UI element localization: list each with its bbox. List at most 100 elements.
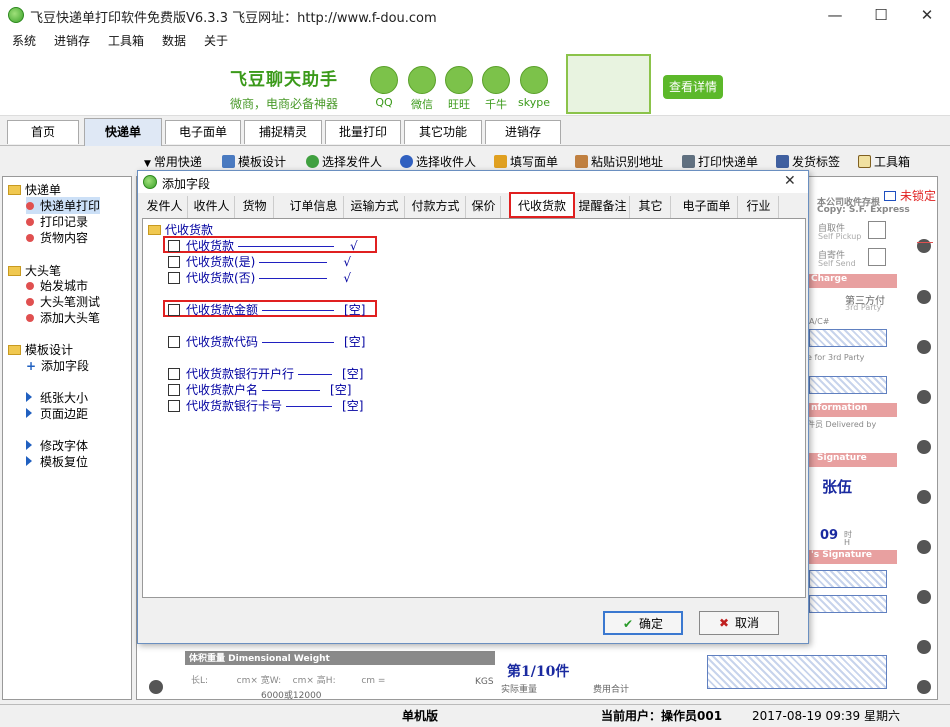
wechat-icon xyxy=(408,66,436,94)
field-checkbox[interactable] xyxy=(168,336,180,348)
cancel-button[interactable]: ✖ 取消 xyxy=(699,611,779,635)
menu-system[interactable]: 系统 xyxy=(12,32,36,49)
menu-toolbox[interactable]: 工具箱 xyxy=(108,32,144,49)
dlg-tab-other[interactable]: 其它 xyxy=(631,196,671,218)
tree-group-express[interactable]: 快递单 xyxy=(8,181,61,198)
dlg-tab-e-waybill[interactable]: 电子面单 xyxy=(676,196,738,218)
folder-icon xyxy=(8,185,21,195)
field-cod[interactable]: 代收货款 √ xyxy=(168,237,358,254)
dlg-tab-recipient[interactable]: 收件人 xyxy=(189,196,235,218)
menu-about[interactable]: 关于 xyxy=(204,32,228,49)
tree-item-paper-size[interactable]: 纸张大小 xyxy=(26,389,88,406)
tab-other-functions[interactable]: 其它功能 xyxy=(404,120,482,144)
arrow-icon xyxy=(26,440,32,450)
third-party-en: 3rd Party xyxy=(845,303,882,312)
status-mode: 单机版 xyxy=(402,709,439,723)
tree-item-reset-template[interactable]: 模板复位 xyxy=(26,453,88,470)
field-cod-no[interactable]: 代收货款(否) √ xyxy=(168,269,351,286)
binder-hole xyxy=(917,340,931,354)
tab-e-waybill[interactable]: 电子面单 xyxy=(165,120,241,144)
ok-button[interactable]: ✔ 确定 xyxy=(603,611,683,635)
dlg-tab-transport[interactable]: 运输方式 xyxy=(345,196,405,218)
tree-item-origin-city[interactable]: 始发城市 xyxy=(26,277,88,294)
toolbar-template-design[interactable]: 模板设计 xyxy=(222,153,286,170)
hatched-field xyxy=(809,329,887,347)
tab-express-bill[interactable]: 快递单 xyxy=(84,118,162,146)
field-cod-yes[interactable]: 代收货款(是) √ xyxy=(168,253,351,270)
toolbar-select-recipient[interactable]: 选择收件人 xyxy=(400,153,476,170)
field-checkbox[interactable] xyxy=(168,272,180,284)
binder-hole xyxy=(917,390,931,404)
toolbar-toolbox[interactable]: 工具箱 xyxy=(858,153,910,170)
tree-item-add-marker[interactable]: 添加大头笔 xyxy=(26,309,100,326)
field-checkbox[interactable] xyxy=(168,304,180,316)
tree-item-print-records[interactable]: 打印记录 xyxy=(26,213,88,230)
recipient-icon xyxy=(400,155,413,168)
tree-item-add-field[interactable]: + 添加字段 xyxy=(26,357,89,374)
field-cod-amount[interactable]: 代收货款金额 [空] xyxy=(168,301,365,318)
dlg-tab-payment[interactable]: 付款方式 xyxy=(406,196,466,218)
tree-item-print-express[interactable]: 快递单打印 xyxy=(26,197,101,214)
binder-hole xyxy=(917,590,931,604)
binder-hole xyxy=(917,680,931,694)
field-leader-line xyxy=(262,390,321,391)
toolbar-select-sender[interactable]: 选择发件人 xyxy=(306,153,382,170)
window-title: 飞豆快递单打印软件免费版V6.3.3 飞豆网址：http://www.f-dou… xyxy=(30,11,437,26)
toolbar-common-express[interactable]: ▼ 常用快递 xyxy=(144,153,202,170)
menu-bar: 系统 进销存 工具箱 数据 关于 xyxy=(0,30,950,50)
field-cod-card-number[interactable]: 代收货款银行卡号 [空] xyxy=(168,397,363,414)
tree-item-page-margin[interactable]: 页面边距 xyxy=(26,405,88,422)
tab-home[interactable]: 首页 xyxy=(7,120,79,144)
minimize-button[interactable]: — xyxy=(812,0,858,30)
tab-batch-print[interactable]: 批量打印 xyxy=(325,120,401,144)
delivered-by-label: 件员 Delivered by xyxy=(807,420,877,429)
toolbar-paste-address[interactable]: 粘贴识别地址 xyxy=(575,153,663,170)
field-checkbox[interactable] xyxy=(168,256,180,268)
dlg-tab-order-info[interactable]: 订单信息 xyxy=(284,196,344,218)
dialog-close-button[interactable]: ✕ xyxy=(784,173,796,189)
menu-inventory[interactable]: 进销存 xyxy=(54,32,90,49)
app-icon xyxy=(8,7,24,23)
field-checkbox[interactable] xyxy=(168,400,180,412)
tab-capture-wizard[interactable]: 捕捉精灵 xyxy=(244,120,322,144)
item-dot-icon xyxy=(26,218,34,226)
dlg-tab-cod[interactable]: 代收货款 xyxy=(509,192,575,218)
dlg-tab-industry[interactable]: 行业 xyxy=(739,196,779,218)
dlg-tab-goods[interactable]: 货物 xyxy=(236,196,274,218)
tree-item-marker-test[interactable]: 大头笔测试 xyxy=(26,293,100,310)
field-cod-bank[interactable]: 代收货款银行开户行 [空] xyxy=(168,365,363,382)
time-field[interactable]: 09 xyxy=(820,528,838,543)
skype-label: skype xyxy=(518,96,550,109)
dlg-tab-insurance[interactable]: 保价 xyxy=(467,196,501,218)
tree-item-goods[interactable]: 货物内容 xyxy=(26,229,88,246)
lock-status[interactable]: 未锁定 xyxy=(884,187,936,204)
label-icon xyxy=(776,155,789,168)
dlg-tab-sender[interactable]: 发件人 xyxy=(142,196,188,218)
field-checkbox[interactable] xyxy=(168,240,180,252)
plus-icon: + xyxy=(26,359,37,373)
field-checkbox[interactable] xyxy=(168,368,180,380)
toolbar-fill-bill[interactable]: 填写面单 xyxy=(494,153,558,170)
recipient-name-field[interactable]: 张伍 xyxy=(822,476,852,497)
charge-header: Charge xyxy=(807,274,897,288)
maximize-button[interactable]: ☐ xyxy=(858,0,904,30)
tree-group-template[interactable]: 模板设计 xyxy=(8,341,73,358)
status-user: 当前用户：操作员001 xyxy=(601,709,723,723)
field-checkbox[interactable] xyxy=(168,384,180,396)
skype-icon xyxy=(520,66,548,94)
menu-data[interactable]: 数据 xyxy=(162,32,186,49)
x-icon: ✖ xyxy=(718,616,730,630)
tab-inventory[interactable]: 进销存 xyxy=(485,120,561,144)
dlg-tab-reminder[interactable]: 提醒备注 xyxy=(576,196,630,218)
close-button[interactable]: ✕ xyxy=(904,0,950,30)
field-cod-code[interactable]: 代收货款代码 [空] xyxy=(168,333,365,350)
folder-icon xyxy=(148,225,161,235)
item-dot-icon xyxy=(26,282,34,290)
toolbar-shipping-label[interactable]: 发货标签 xyxy=(776,153,840,170)
field-cod-account-name[interactable]: 代收货款户名 [空] xyxy=(168,381,351,398)
toolbar-print-bill[interactable]: 打印快递单 xyxy=(682,153,758,170)
page-counter-field[interactable]: 第1/10件 xyxy=(507,661,569,681)
tree-item-font[interactable]: 修改字体 xyxy=(26,437,88,454)
view-details-button[interactable]: 查看详情 xyxy=(663,75,723,99)
binder-hole xyxy=(917,540,931,554)
